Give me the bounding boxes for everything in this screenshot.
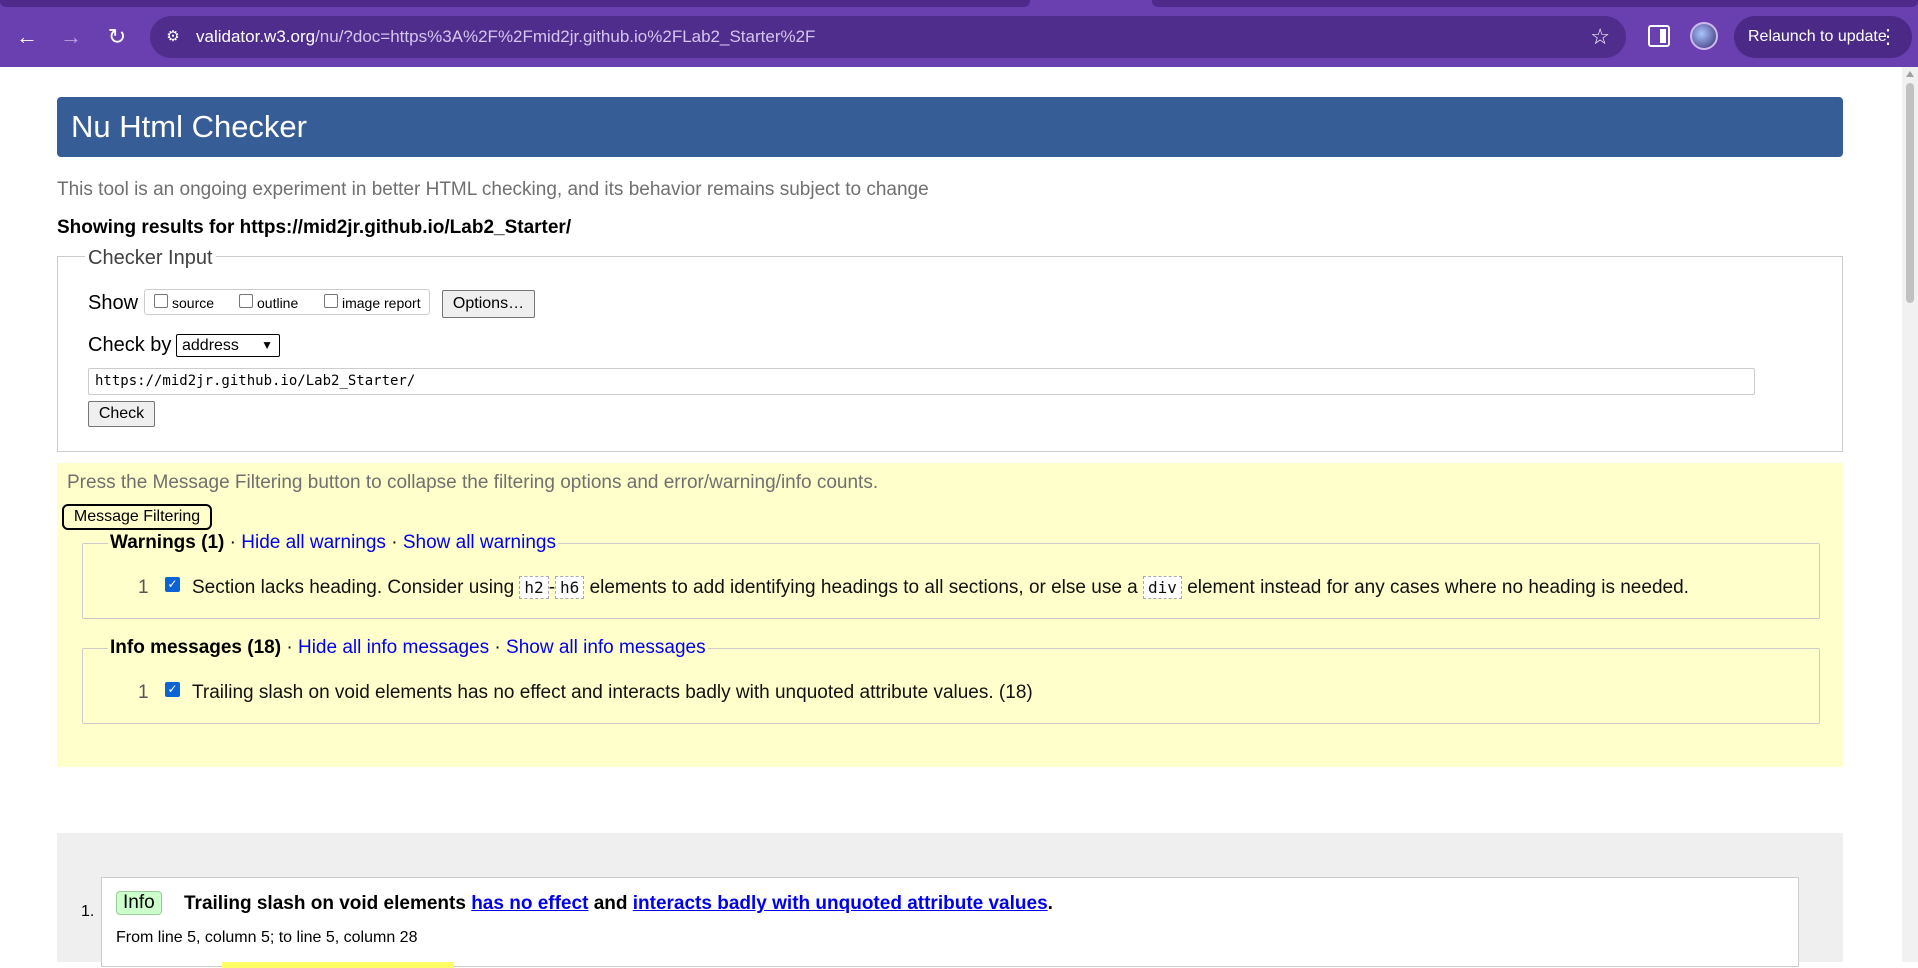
check-by-select[interactable]: address ▼ [176,334,280,357]
showing-results-heading: Showing results for https://mid2jr.githu… [57,217,572,238]
relaunch-button[interactable]: Relaunch to update ⋮ [1734,16,1912,58]
result-period: . [1047,893,1053,914]
info-count: 1 [138,682,149,703]
warning-message: Section lacks heading. Consider using h2… [192,576,1689,599]
tab-strip-right[interactable] [1152,0,1918,7]
chevron-down-icon: ▼ [261,338,273,352]
outline-checkbox[interactable] [239,294,253,308]
url-path: /nu/?doc=https%3A%2F%2Fmid2jr.github.io%… [315,27,816,46]
check-by-label: Check by [88,334,172,356]
back-arrow-icon[interactable]: ← [13,23,41,51]
separator: · [494,637,501,658]
code-h6: h6 [555,576,585,599]
source-checkbox[interactable] [154,294,168,308]
warning-msg-pre: Section lacks heading. Consider using [192,577,515,598]
info-messages-group: Info messages (18) · Hide all info messa… [82,637,1820,724]
url-host: validator.w3.org [196,27,316,46]
warning-msg-mid: elements to add identifying headings to … [589,577,1138,598]
profile-avatar[interactable] [1690,22,1718,50]
show-all-warnings-link[interactable]: Show all warnings [403,532,556,553]
code-div: div [1143,576,1182,599]
browser-chrome: ← → ↻ ⚙ validator.w3.org/nu/?doc=https%3… [0,0,1918,67]
warnings-group: Warnings (1) · Hide all warnings · Show … [82,532,1820,619]
document-url-input[interactable]: https://mid2jr.github.io/Lab2_Starter/ [88,368,1755,395]
separator: · [391,532,398,553]
relaunch-label: Relaunch to update [1748,28,1887,45]
result-title: Trailing slash on void elements has no e… [184,893,1053,915]
image-report-label[interactable]: image report [342,295,421,311]
source-label[interactable]: source [172,295,214,311]
scroll-thumb[interactable] [1906,83,1914,303]
outline-label[interactable]: outline [257,295,298,311]
interacts-badly-link[interactable]: interacts badly with unquoted attribute … [633,893,1048,914]
result-location: From line 5, column 5; to line 5, column… [116,929,418,946]
warning-count: 1 [138,577,149,598]
source-extract-highlight [222,962,454,968]
result-title-pre: Trailing slash on void elements [184,893,466,914]
side-panel-icon[interactable] [1648,25,1670,47]
options-button[interactable]: Options… [442,290,535,318]
show-all-info-link[interactable]: Show all info messages [506,637,706,658]
warnings-title: Warnings (1) [110,532,225,553]
scroll-up-icon[interactable] [1906,71,1914,77]
separator: · [286,637,293,658]
warning-checkbox[interactable]: ✓ [165,577,180,592]
info-message: Trailing slash on void elements has no e… [192,682,1033,703]
bookmark-star-icon[interactable]: ☆ [1590,24,1610,50]
info-badge: Info [116,891,162,915]
warning-msg-post: element instead for any cases where no h… [1187,577,1689,598]
hide-all-info-link[interactable]: Hide all info messages [298,637,489,658]
forward-arrow-icon[interactable]: → [57,23,85,51]
intro-text: This tool is an ongoing experiment in be… [57,179,929,200]
check-button[interactable]: Check [88,401,155,427]
result-item: Info Trailing slash on void elements has… [101,877,1799,968]
filtering-hint: Press the Message Filtering button to co… [67,472,879,493]
result-number: 1. [81,903,95,920]
reload-icon[interactable]: ↻ [103,23,131,51]
hide-all-warnings-link[interactable]: Hide all warnings [241,532,386,553]
has-no-effect-link[interactable]: has no effect [471,893,588,914]
message-filtering-button[interactable]: Message Filtering [62,504,212,530]
check-by-value: address [182,337,239,354]
show-label: Show [88,292,139,314]
separator: · [229,532,236,553]
results-list: 1. Info Trailing slash on void elements … [57,833,1843,968]
info-legend: Info messages (18) · Hide all info messa… [108,637,708,659]
page-title: Nu Html Checker [57,97,1843,157]
code-h2: h2 [519,576,549,599]
show-options-group: source outline image report [144,289,430,315]
browser-toolbar: ← → ↻ ⚙ validator.w3.org/nu/?doc=https%3… [0,7,1918,67]
result-and: and [593,893,628,914]
page-scrollbar[interactable] [1902,67,1918,962]
info-title: Info messages (18) [110,637,282,658]
menu-dots-icon[interactable]: ⋮ [1878,16,1898,58]
message-filtering-panel: Press the Message Filtering button to co… [57,463,1843,767]
info-checkbox[interactable]: ✓ [165,682,180,697]
address-text[interactable]: validator.w3.org/nu/?doc=https%3A%2F%2Fm… [196,27,815,47]
tab-strip-left[interactable] [0,0,1030,7]
checker-input-fieldset: Checker Input Show source outline image … [57,247,1843,452]
site-settings-icon[interactable]: ⚙ [162,26,184,48]
address-bar[interactable]: ⚙ validator.w3.org/nu/?doc=https%3A%2F%2… [150,16,1626,58]
image-report-checkbox[interactable] [324,294,338,308]
warnings-legend: Warnings (1) · Hide all warnings · Show … [108,532,558,554]
checker-input-legend: Checker Input [85,247,216,270]
page-content: Nu Html Checker This tool is an ongoing … [0,67,1902,968]
